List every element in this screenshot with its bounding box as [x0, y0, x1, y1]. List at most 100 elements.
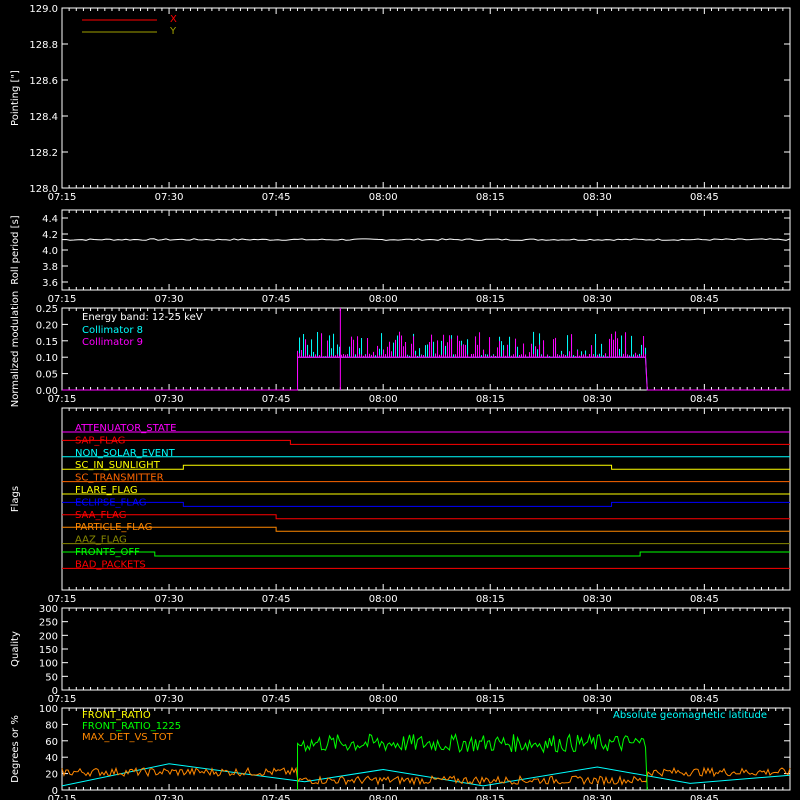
flag-line-sap_flag: [62, 439, 790, 445]
x-tick-label: 07:30: [155, 394, 184, 405]
x-tick-label: 08:45: [690, 192, 719, 203]
x-tick-label: 07:30: [155, 694, 184, 705]
series-collimator-9: [62, 331, 790, 391]
legend-label-geomagnetic: Absolute geomagnetic latitude: [613, 710, 767, 721]
x-tick-label: 07:45: [262, 694, 291, 705]
series-collimator-8: [62, 331, 790, 391]
y-axis-label: Degrees or %: [10, 715, 21, 783]
y-tick-label: 0.10: [36, 353, 58, 364]
y-tick-label: 100: [39, 659, 58, 670]
flag-line-sc_in_sunlight: [62, 464, 790, 470]
y-tick-label: 100: [39, 704, 58, 715]
legend-label-ratio: MAX_DET_VS_TOT: [82, 732, 174, 743]
x-tick-label: 08:30: [583, 294, 612, 305]
x-tick-label: 08:15: [476, 794, 505, 800]
x-tick-label: 08:15: [476, 694, 505, 705]
y-tick-label: 3.8: [42, 262, 58, 273]
legend-label-collimator-1: Collimator 9: [82, 337, 143, 348]
flag-label: FRONTS_OFF: [75, 547, 140, 558]
panel-frame-4: [61, 607, 791, 691]
x-tick-label: 07:45: [262, 594, 291, 605]
flag-label: SC_IN_SUNLIGHT: [75, 460, 161, 471]
x-tick-label: 08:15: [476, 394, 505, 405]
flag-label: SAA_FLAG: [75, 510, 126, 521]
y-tick-label: 0: [52, 686, 58, 697]
y-tick-label: 0.15: [36, 337, 58, 348]
y-tick-label: 200: [39, 631, 58, 642]
x-tick-label: 08:00: [369, 694, 398, 705]
x-tick-label: 08:45: [690, 794, 719, 800]
x-tick-label: 07:30: [155, 192, 184, 203]
y-tick-label: 40: [45, 753, 58, 764]
flag-label: NON_SOLAR_EVENT: [75, 448, 176, 459]
y-tick-label: 4.4: [42, 214, 58, 225]
x-tick-label: 08:00: [369, 394, 398, 405]
x-tick-label: 08:45: [690, 294, 719, 305]
y-tick-label: 0.20: [36, 320, 58, 331]
x-tick-label: 07:30: [155, 294, 184, 305]
flag-label: BAD_PACKETS: [75, 559, 146, 570]
legend-label-X: X: [170, 14, 177, 25]
y-axis-label: Quality: [10, 631, 21, 667]
x-tick-label: 07:45: [262, 794, 291, 800]
x-tick-label: 08:15: [476, 192, 505, 203]
y-tick-label: 128.8: [29, 40, 58, 51]
flag-label: PARTICLE_FLAG: [75, 522, 152, 533]
x-tick-label: 08:00: [369, 294, 398, 305]
y-tick-label: 3.6: [42, 278, 58, 289]
x-tick-label: 08:30: [583, 794, 612, 800]
y-tick-label: 0.25: [36, 304, 58, 315]
flag-label: FLARE_FLAG: [75, 485, 138, 496]
y-tick-label: 80: [45, 720, 58, 731]
y-tick-label: 128.6: [29, 76, 58, 87]
y-axis-label: Normalized modulation: [10, 291, 21, 408]
flag-label: SAP_FLAG: [75, 435, 125, 446]
y-axis-label: Pointing ["]: [10, 70, 21, 126]
y-tick-label: 4.2: [42, 230, 58, 241]
energy-band-annotation: Energy band: 12-25 keV: [82, 312, 203, 323]
y-tick-label: 0: [52, 786, 58, 797]
x-tick-label: 07:30: [155, 794, 184, 800]
y-tick-label: 60: [45, 737, 58, 748]
flag-label: ATTENUATOR_STATE: [75, 423, 176, 434]
x-tick-label: 08:00: [369, 192, 398, 203]
panel-frame-1: [61, 209, 791, 291]
y-tick-label: 129.0: [29, 4, 58, 15]
x-tick-label: 08:15: [476, 294, 505, 305]
y-tick-label: 0.00: [36, 386, 58, 397]
x-tick-label: 07:30: [155, 594, 184, 605]
x-tick-label: 08:45: [690, 594, 719, 605]
y-tick-label: 150: [39, 645, 58, 656]
legend-label-ratio: FRONT_RATIO: [82, 710, 151, 721]
x-tick-label: 08:30: [583, 192, 612, 203]
y-tick-label: 300: [39, 604, 58, 615]
legend-label-collimator-0: Collimator 8: [82, 325, 143, 336]
y-tick-label: 128.2: [29, 148, 58, 159]
y-tick-label: 128.4: [29, 112, 58, 123]
x-tick-label: 08:00: [369, 594, 398, 605]
x-tick-label: 07:45: [262, 394, 291, 405]
flag-line-particle_flag: [62, 526, 790, 532]
y-tick-label: 0.05: [36, 370, 58, 381]
series-roll-period: [61, 238, 791, 241]
x-tick-label: 08:45: [690, 694, 719, 705]
x-tick-label: 08:45: [690, 394, 719, 405]
flag-line-eclipse_flag: [62, 501, 790, 507]
y-axis-label: Flags: [10, 486, 21, 512]
x-tick-label: 08:30: [583, 694, 612, 705]
y-axis-label: Roll period [s]: [10, 215, 21, 284]
x-tick-label: 08:15: [476, 594, 505, 605]
y-tick-label: 50: [45, 672, 58, 683]
x-tick-label: 07:45: [262, 192, 291, 203]
y-tick-label: 128.0: [29, 184, 58, 195]
flag-line-fronts_off: [62, 551, 790, 557]
y-tick-label: 4.0: [42, 246, 58, 257]
y-tick-label: 20: [45, 770, 58, 781]
x-tick-label: 07:45: [262, 294, 291, 305]
chart-figure: 07:15 07:30 07:45 08:00 08:15 08:30 08:4507:15…: [10, 4, 791, 800]
legend-label-ratio: FRONT_RATIO_1225: [82, 721, 181, 732]
x-tick-label: 08:30: [583, 594, 612, 605]
flag-label: AAZ_FLAG: [75, 535, 127, 546]
y-tick-label: 250: [39, 618, 58, 629]
legend-label-Y: Y: [169, 26, 177, 37]
